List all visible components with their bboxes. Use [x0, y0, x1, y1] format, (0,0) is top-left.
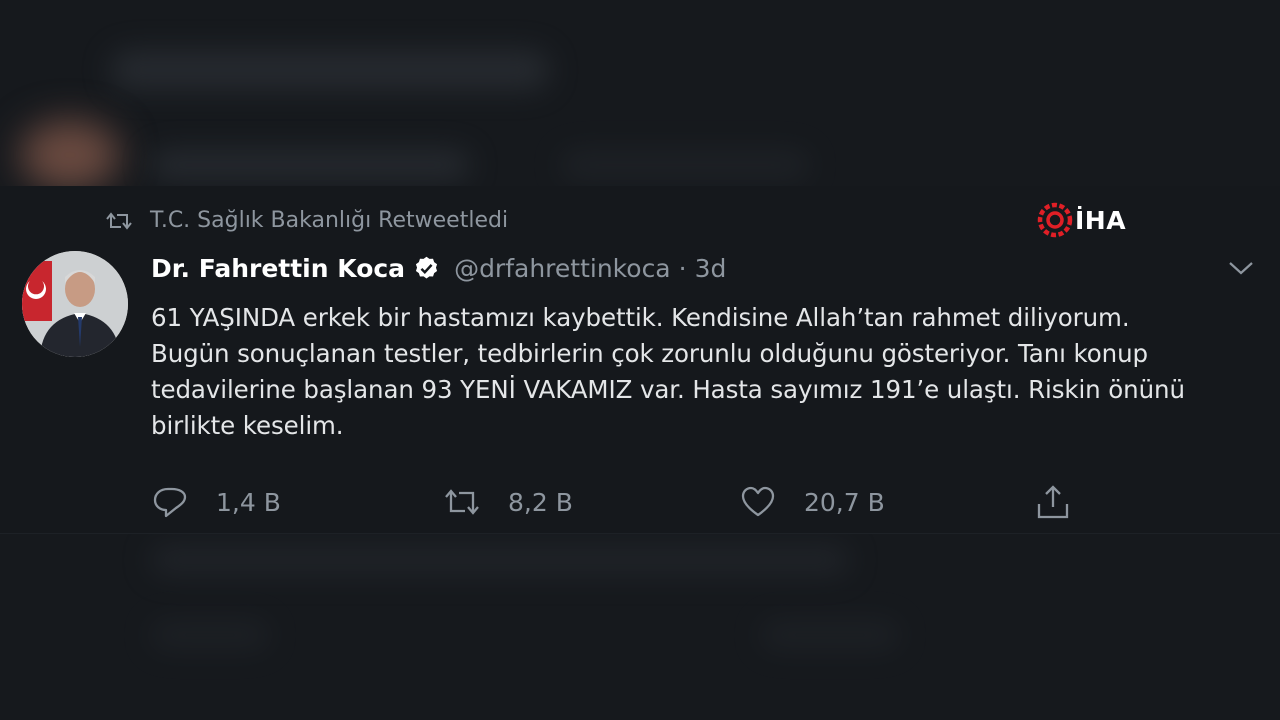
- share-action[interactable]: [1035, 484, 1071, 520]
- share-icon: [1037, 485, 1069, 519]
- iha-logo: İHA: [1037, 202, 1126, 238]
- retweet-context-text[interactable]: T.C. Sağlık Bakanlığı Retweetledi: [150, 208, 508, 233]
- blurred-text-line: [110, 50, 550, 90]
- blurred-avatar: [20, 120, 120, 190]
- author-handle[interactable]: @drfahrettinkoca: [454, 254, 671, 283]
- retweet-icon: [106, 211, 132, 230]
- tweet-header: Dr. Fahrettin Koca @drfahrettinkoca · 3d: [151, 254, 726, 283]
- verified-badge-icon: [415, 256, 438, 279]
- heart-icon: [741, 486, 775, 517]
- blurred-text-line: [150, 620, 270, 650]
- avatar[interactable]: [22, 251, 128, 357]
- retweet-icon: [445, 489, 479, 515]
- chevron-down-icon[interactable]: [1227, 258, 1255, 278]
- author-name[interactable]: Dr. Fahrettin Koca: [151, 254, 405, 283]
- iha-logo-text: İHA: [1075, 205, 1127, 235]
- reply-icon: [153, 487, 187, 518]
- avatar-image: [22, 251, 128, 357]
- reply-count: 1,4 B: [216, 487, 281, 517]
- reply-action[interactable]: 1,4 B: [152, 484, 281, 520]
- retweet-count: 8,2 B: [508, 487, 573, 517]
- blurred-text-line: [760, 620, 900, 650]
- blurred-text-line: [560, 150, 810, 180]
- separator-dot: ·: [678, 254, 687, 283]
- blurred-text-line: [150, 545, 850, 575]
- tweet-text: 61 YAŞINDA erkek bir hastamızı kaybettik…: [151, 303, 1185, 440]
- blurred-text-line: [150, 150, 470, 180]
- like-action[interactable]: 20,7 B: [740, 484, 885, 520]
- tweet-timestamp[interactable]: 3d: [695, 254, 727, 283]
- retweet-context: T.C. Sağlık Bakanlığı Retweetledi: [106, 208, 508, 233]
- retweet-action[interactable]: 8,2 B: [444, 484, 573, 520]
- like-count: 20,7 B: [804, 487, 885, 517]
- iha-logo-mark: [1037, 202, 1073, 238]
